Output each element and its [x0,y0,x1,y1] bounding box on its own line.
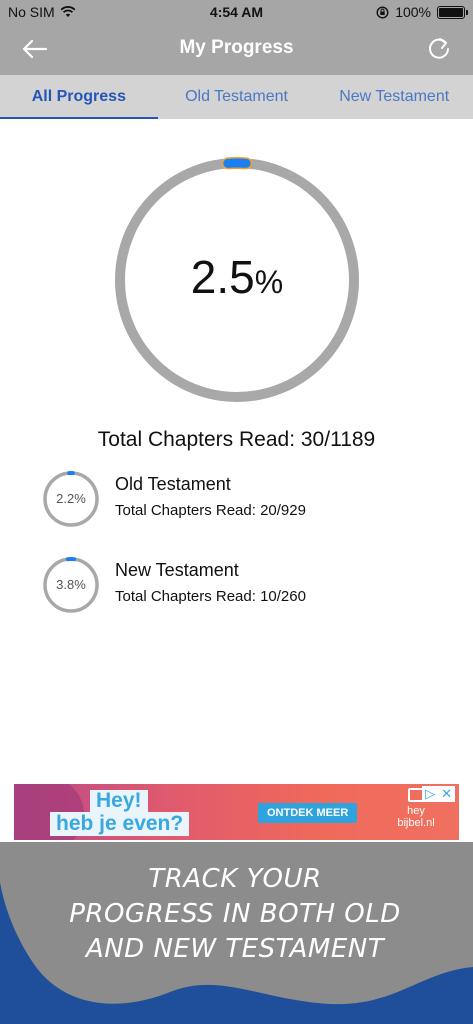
new-testament-percent: 3.8% [56,577,86,592]
old-testament-progress[interactable]: 2.2% Old Testament Total Chapters Read: … [42,470,442,530]
tab-old-testament[interactable]: Old Testament [158,75,316,119]
overall-percent: 2.5% [114,250,360,304]
promo-line-2: PROGRESS IN BOTH OLD [69,899,401,929]
status-right: 100% [376,4,468,20]
battery-percent: 100% [395,4,431,20]
new-testament-count: Total Chapters Read: 10/260 [115,588,306,605]
tab-all-progress[interactable]: All Progress [0,75,158,119]
ad-logo-line1: hey [407,805,425,817]
ad-info-icon[interactable]: ▷ [425,786,435,802]
promo-line-1: TRACK YOUR [148,864,322,894]
old-testament-name: Old Testament [115,474,231,494]
ad-logo-line2: bijbel.nl [397,817,435,829]
page-title: My Progress [179,37,294,58]
new-testament-name: New Testament [115,560,239,580]
orientation-lock-icon [376,5,389,19]
ad-subline: heb je even? [50,812,190,836]
ad-close-icon[interactable]: ✕ [441,786,452,802]
old-testament-percent: 2.2% [56,491,86,506]
ad-banner[interactable]: Hey! heb je even? ONTDEK MEER hey bijbel… [14,784,459,840]
promo-line-3: AND NEW TESTAMENT [85,934,385,964]
refresh-icon[interactable] [425,34,453,62]
new-testament-progress[interactable]: 3.8% New Testament Total Chapters Read: … [42,556,442,616]
overall-percent-unit: % [254,264,284,300]
overall-percent-number: 2.5 [190,251,255,303]
ad-cta-button[interactable]: ONTDEK MEER [258,803,358,823]
tab-bar: All Progress Old Testament New Testament [0,75,473,119]
nav-bar: My Progress [0,24,473,75]
status-bar: No SIM 4:54 AM 100% [0,0,473,24]
battery-icon [437,5,468,19]
total-chapters-read: Total Chapters Read: 30/1189 [97,428,376,451]
promo-text: TRACK YOUR PROGRESS IN BOTH OLD AND NEW … [30,862,440,967]
ad-headline: Hey! [90,790,148,812]
old-testament-count: Total Chapters Read: 20/929 [115,502,306,519]
promo-section: TRACK YOUR PROGRESS IN BOTH OLD AND NEW … [0,842,473,1024]
ad-choices[interactable]: ▷ ✕ [422,786,455,802]
tab-new-testament[interactable]: New Testament [315,75,473,119]
